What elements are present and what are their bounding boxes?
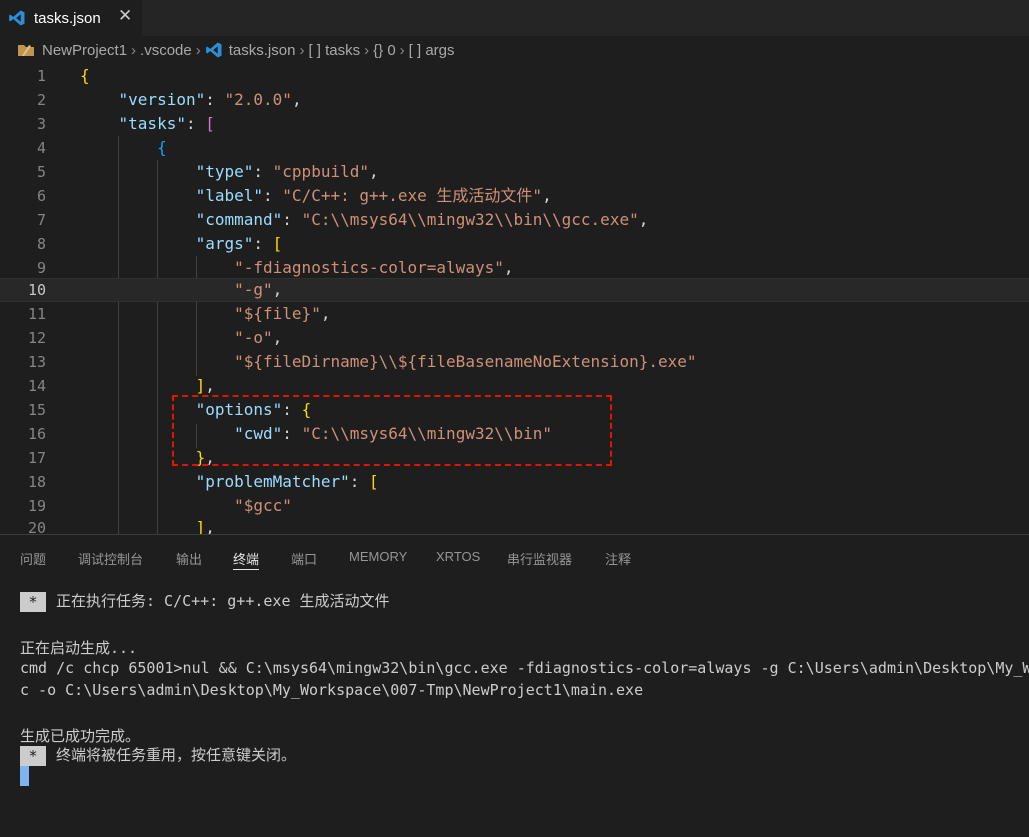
tab-label: tasks.json — [34, 9, 101, 27]
terminal-cursor[interactable] — [20, 766, 29, 786]
chevron-right-icon: › — [299, 41, 305, 59]
code-line: 12 "-o", — [27, 328, 283, 347]
code-line: 18 "problemMatcher": [ — [27, 472, 379, 491]
code-line: 4 { — [36, 138, 167, 157]
breadcrumb-vscode[interactable]: .vscode — [140, 42, 192, 59]
chevron-right-icon: › — [399, 41, 405, 59]
tab-problems[interactable]: 问题 — [20, 549, 46, 568]
task-star-badge: * — [20, 745, 46, 766]
close-tab-icon[interactable]: ✕ — [118, 6, 132, 26]
tab-tasks-json[interactable]: tasks.json ✕ — [0, 0, 142, 36]
breadcrumb-tasks[interactable]: [ ] tasks — [308, 42, 360, 59]
chevron-right-icon: › — [195, 41, 201, 59]
code-line: 2 "version": "2.0.0", — [36, 90, 302, 109]
terminal-line: 生成已成功完成。 — [20, 727, 141, 745]
breadcrumb-project[interactable]: NewProject1 — [16, 42, 127, 59]
code-line: 8 "args": [ — [36, 234, 283, 253]
breadcrumb: NewProject1 › .vscode › tasks.json › [ ]… — [0, 36, 1029, 64]
editor-tab-bar: tasks.json ✕ — [0, 0, 1029, 36]
code-line: 3 "tasks": [ — [36, 114, 215, 133]
terminal-line: 正在启动生成... — [20, 639, 138, 657]
chevron-right-icon: › — [131, 41, 137, 59]
tab-output[interactable]: 输出 — [176, 549, 202, 568]
terminal-line: cmd /c chcp 65001>nul && C:\msys64\mingw… — [20, 659, 1029, 677]
code-line: 9 "-fdiagnostics-color=always", — [36, 258, 514, 277]
code-line: 19 "$gcc" — [27, 496, 292, 515]
tab-memory[interactable]: MEMORY — [349, 549, 407, 564]
tab-serial-monitor[interactable]: 串行监视器 — [507, 549, 572, 568]
task-star-badge: * — [20, 591, 46, 612]
folder-icon — [18, 45, 34, 56]
breadcrumb-args[interactable]: [ ] args — [409, 42, 455, 59]
highlight-annotation-box — [172, 395, 612, 466]
terminal-line-reuse: * 终端将被任务重用，按任意键关闭。 — [20, 744, 296, 766]
code-line: 1 { — [36, 66, 90, 85]
tab-xrtos[interactable]: XRTOS — [436, 549, 480, 564]
code-line: 5 "type": "cppbuild", — [36, 162, 379, 181]
tab-terminal[interactable]: 终端 — [233, 549, 260, 570]
code-line: 13 "${fileDirname}\\${fileBasenameNoExte… — [27, 352, 697, 371]
code-line: 7 "command": "C:\\msys64\\mingw32\\bin\\… — [36, 210, 649, 229]
tab-comments[interactable]: 注释 — [605, 549, 631, 568]
vscode-icon — [9, 10, 25, 26]
code-line: 6 "label": "C/C++: g++.exe 生成活动文件", — [36, 186, 552, 205]
chevron-right-icon: › — [364, 41, 370, 59]
code-line-current: 10 "-g", — [0, 278, 1029, 302]
breadcrumb-index[interactable]: {} 0 — [373, 42, 396, 59]
tab-debug-console[interactable]: 调试控制台 — [78, 549, 143, 568]
terminal-line-running: * 正在执行任务: C/C++: g++.exe 生成活动文件 — [20, 590, 390, 612]
terminal-line: c -o C:\Users\admin\Desktop\My_Workspace… — [20, 681, 644, 699]
code-line: 20 ], — [27, 518, 215, 534]
vscode-icon — [205, 42, 222, 58]
code-line: 11 "${file}", — [27, 304, 331, 323]
panel-tabs: 问题 调试控制台 输出 终端 端口 MEMORY XRTOS 串行监视器 注释 — [0, 535, 1029, 577]
tab-ports[interactable]: 端口 — [291, 549, 317, 568]
breadcrumb-file[interactable]: tasks.json — [205, 41, 295, 59]
